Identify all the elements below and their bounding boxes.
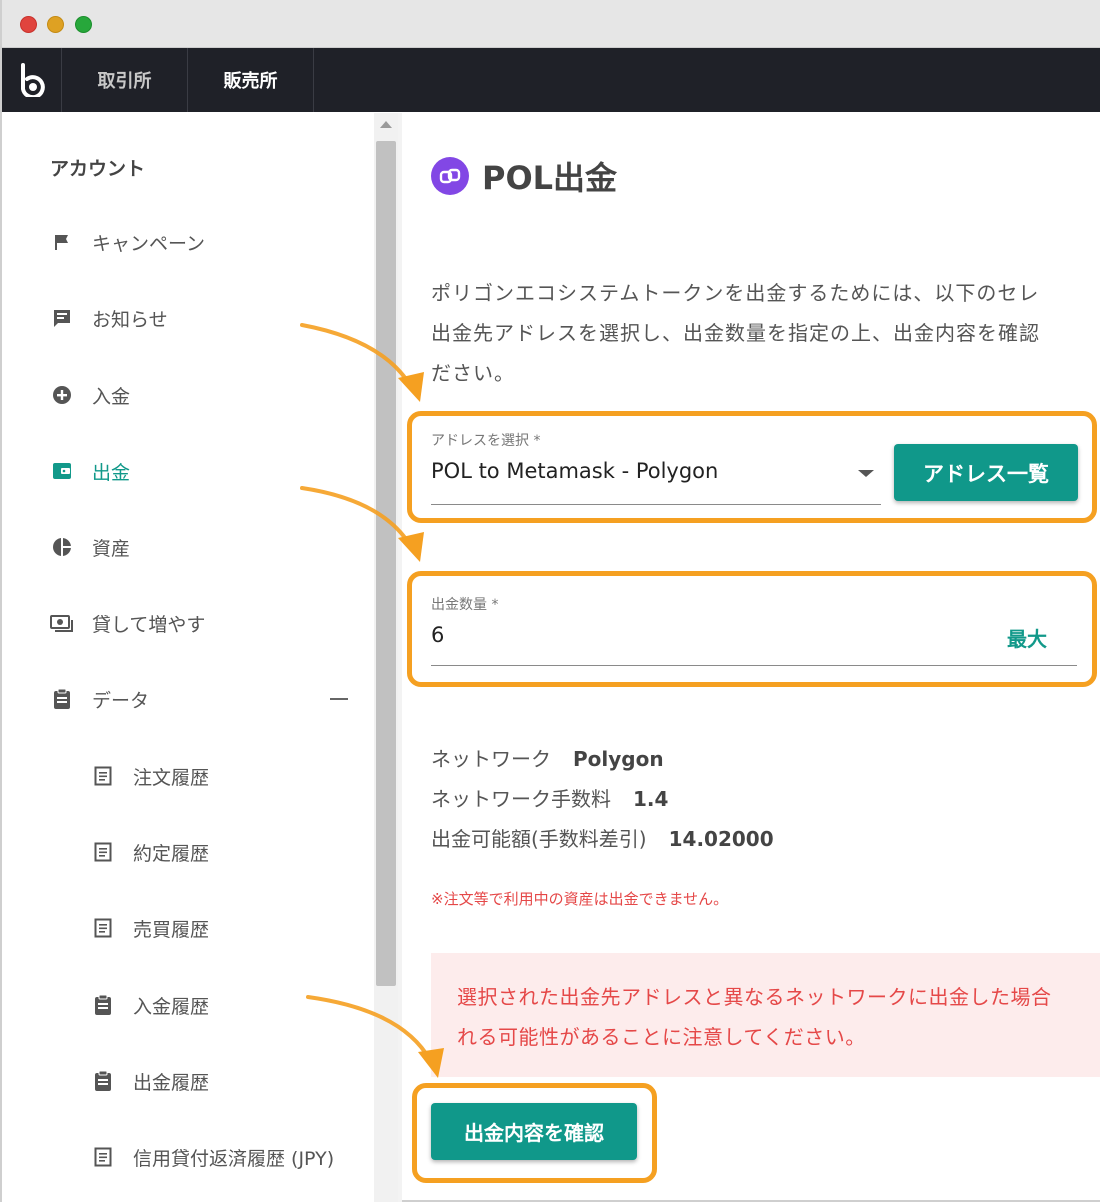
sidebar-item-label: データ (92, 689, 150, 712)
warning-box: 選択された出金先アドレスと異なるネットワークに出金した場合 れる可能性があること… (431, 953, 1100, 1077)
sidebar-subitem-label: 約定履歴 (133, 842, 210, 865)
sidebar-item-label: キャンペーン (92, 232, 206, 255)
polygon-icon (431, 157, 469, 195)
minimize-window-button[interactable] (47, 16, 64, 33)
pie-chart-icon (50, 535, 74, 559)
highlight-address-box (407, 411, 1097, 523)
warning-line: 選択された出金先アドレスと異なるネットワークに出金した場合 (457, 985, 1052, 1009)
window-titlebar (2, 0, 1100, 48)
main-content: POL出金 ポリゴンエコシステムトークンを出金するためには、以下のセレ 出金先ア… (402, 113, 1100, 1202)
top-navbar: 取引所 販売所 (2, 48, 1100, 112)
tab-sales[interactable]: 販売所 (188, 48, 314, 112)
sidebar-subitem-buysell-history[interactable]: 売買履歴 (92, 913, 209, 943)
sidebar-item-campaign[interactable]: キャンペーン (50, 227, 205, 257)
sidebar-item-deposit[interactable]: 入金 (50, 380, 130, 410)
page-title: POL出金 (482, 159, 618, 197)
wallet-icon (50, 459, 74, 483)
close-window-button[interactable] (20, 16, 37, 33)
clipboard-icon (50, 687, 74, 711)
available-amount-label: 出金可能額(手数料差引) (431, 827, 647, 851)
available-amount-row: 出金可能額(手数料差引) 14.02000 (431, 823, 774, 852)
sidebar-subitem-label: 出金履歴 (133, 1071, 210, 1094)
sidebar-item-assets[interactable]: 資産 (50, 532, 130, 562)
sidebar-item-news[interactable]: お知らせ (50, 303, 168, 333)
sidebar-subitem-label: 売買履歴 (133, 918, 210, 941)
sidebar-item-withdraw[interactable]: 出金 (50, 456, 130, 486)
warning-line: れる可能性があることに注意してください。 (457, 1025, 866, 1049)
document-icon (92, 840, 114, 864)
document-icon (92, 916, 114, 940)
maximize-window-button[interactable] (75, 16, 92, 33)
sidebar-subitem-label: 信用貸付返済履歴 (JPY) (133, 1147, 335, 1170)
document-icon (92, 1145, 114, 1169)
network-fee-label: ネットワーク手数料 (431, 787, 611, 811)
scrollbar-thumb[interactable] (376, 141, 396, 986)
network-fee-row: ネットワーク手数料 1.4 (431, 783, 668, 812)
tab-exchange[interactable]: 取引所 (62, 48, 188, 112)
app-window: 取引所 販売所 アカウント キャンペーン お知らせ 入金 出金 資産 貸して増や… (0, 0, 1100, 1202)
clipboard-icon (92, 1069, 114, 1093)
available-amount-value: 14.02000 (668, 827, 774, 851)
sidebar-item-label: お知らせ (92, 308, 168, 331)
sidebar-item-label: 入金 (92, 385, 131, 408)
sidebar-item-label: 資産 (92, 537, 131, 560)
sidebar-subitem-deposit-history[interactable]: 入金履歴 (92, 990, 209, 1020)
network-label: ネットワーク (431, 747, 551, 771)
bitbank-logo-icon[interactable] (2, 48, 62, 112)
intro-line: ださい。 (431, 361, 515, 385)
sidebar-scrollbar[interactable] (374, 113, 398, 1202)
network-value: Polygon (573, 747, 664, 771)
network-row: ネットワーク Polygon (431, 743, 664, 772)
note-text: ※注文等で利用中の資産は出金できません。 (431, 890, 729, 908)
highlight-amount-box (407, 571, 1097, 687)
sidebar (2, 113, 374, 1202)
sidebar-subitem-trade-history[interactable]: 約定履歴 (92, 837, 209, 867)
scroll-up-arrow-icon[interactable] (380, 121, 392, 128)
sidebar-subitem-label: 注文履歴 (133, 766, 210, 789)
sidebar-item-label: 貸して増やす (92, 613, 206, 636)
sidebar-subitem-label: 入金履歴 (133, 995, 210, 1018)
message-icon (50, 306, 74, 330)
sidebar-item-lending[interactable]: 貸して増やす (50, 608, 205, 638)
sidebar-subitem-credit-history[interactable]: 信用貸付返済履歴 (JPY) (92, 1142, 334, 1172)
intro-line: ポリゴンエコシステムトークンを出金するためには、以下のセレ (431, 281, 1040, 305)
cash-icon (50, 611, 74, 635)
network-fee-value: 1.4 (633, 787, 669, 811)
highlight-confirm-box (412, 1083, 657, 1183)
sidebar-item-label: 出金 (92, 461, 131, 484)
flag-icon (50, 230, 74, 254)
intro-line: 出金先アドレスを選択し、出金数量を指定の上、出金内容を確認 (431, 321, 1040, 345)
sidebar-item-data[interactable]: データ (50, 684, 149, 714)
sidebar-heading: アカウント (50, 158, 146, 180)
sidebar-subitem-order-history[interactable]: 注文履歴 (92, 761, 209, 791)
plus-circle-icon (50, 383, 74, 407)
document-icon (92, 764, 114, 788)
intro-text: ポリゴンエコシステムトークンを出金するためには、以下のセレ 出金先アドレスを選択… (431, 273, 1100, 393)
collapse-icon[interactable] (330, 698, 348, 700)
clipboard-icon (92, 993, 114, 1017)
sidebar-subitem-withdraw-history[interactable]: 出金履歴 (92, 1066, 209, 1096)
